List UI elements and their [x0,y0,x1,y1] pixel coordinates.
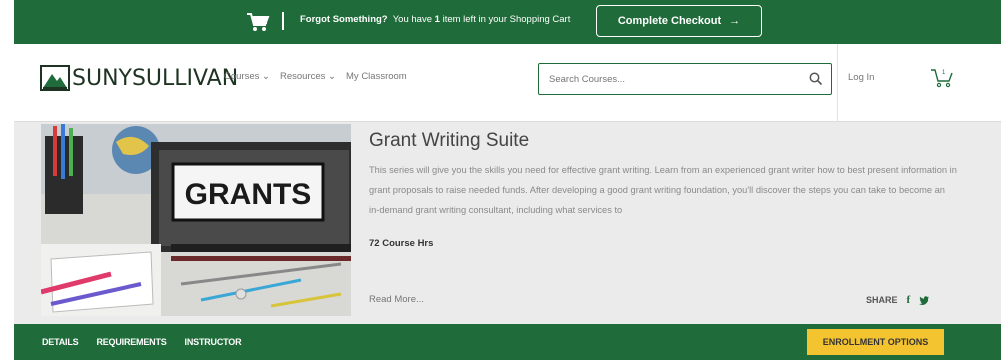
twitter-icon[interactable] [919,295,930,305]
course-title: Grant Writing Suite [369,130,530,151]
course-tabs: DETAILS REQUIREMENTS INSTRUCTOR [42,337,242,347]
nav-courses[interactable]: Courses ⌄ [224,71,270,82]
course-hours: 72 Course Hrs [369,238,434,249]
complete-checkout-button[interactable]: Complete Checkout → [596,5,762,37]
course-hero: GRANTS Grant Writing Suite This series w… [14,122,1001,324]
banner-message: Forgot Something? You have 1 item left i… [300,14,570,25]
course-description: This series will give you the skills you… [369,165,957,215]
nav-courses-label: Courses [224,71,260,82]
header-divider [837,44,838,122]
cart-reminder-banner: Forgot Something? You have 1 item left i… [14,0,1001,44]
forgot-label: Forgot Something? [300,14,388,25]
share-bar: SHARE f [866,294,930,306]
search-input[interactable] [539,73,801,85]
message-prefix: You have [392,14,432,25]
grants-label: GRANTS [185,178,312,211]
site-header: SUNYSULLIVAN Courses ⌄ Resources ⌄ My Cl… [14,44,1001,122]
cart-count: 1 [942,70,946,76]
cart-icon[interactable]: 1 [930,66,954,88]
tab-requirements[interactable]: REQUIREMENTS [96,337,166,347]
tab-details[interactable]: DETAILS [42,337,79,347]
message-suffix: item left in your Shopping Cart [442,14,571,25]
complete-checkout-label: Complete Checkout [617,15,722,27]
read-more-link[interactable]: Read More... [369,294,424,305]
logo-text: SUNYSULLIVAN [72,65,239,91]
tab-instructor[interactable]: INSTRUCTOR [185,337,242,347]
chevron-down-icon: ⌄ [262,71,270,82]
course-image: GRANTS [41,124,351,316]
logo-mountain-icon [40,65,70,91]
chevron-down-icon: ⌄ [328,71,337,82]
search-icon [809,72,823,86]
search-button[interactable] [801,64,831,94]
shopping-cart-icon [247,13,270,31]
nav-my-classroom[interactable]: My Classroom [346,71,407,82]
facebook-icon[interactable]: f [907,294,911,306]
login-link[interactable]: Log In [848,72,874,83]
arrow-right-icon: → [729,15,741,27]
main-nav: Courses ⌄ Resources ⌄ My Classroom [224,71,407,82]
item-count: 1 [434,14,440,25]
banner-divider [282,12,284,30]
course-search [538,63,832,95]
nav-resources-label: Resources [279,71,326,82]
nav-resources[interactable]: Resources ⌄ [280,71,336,82]
share-label: SHARE [866,295,898,305]
enrollment-options-button[interactable]: ENROLLMENT OPTIONS [807,329,944,355]
course-tab-bar: DETAILS REQUIREMENTS INSTRUCTOR ENROLLME… [14,324,1001,360]
site-logo[interactable]: SUNYSULLIVAN [40,63,238,93]
